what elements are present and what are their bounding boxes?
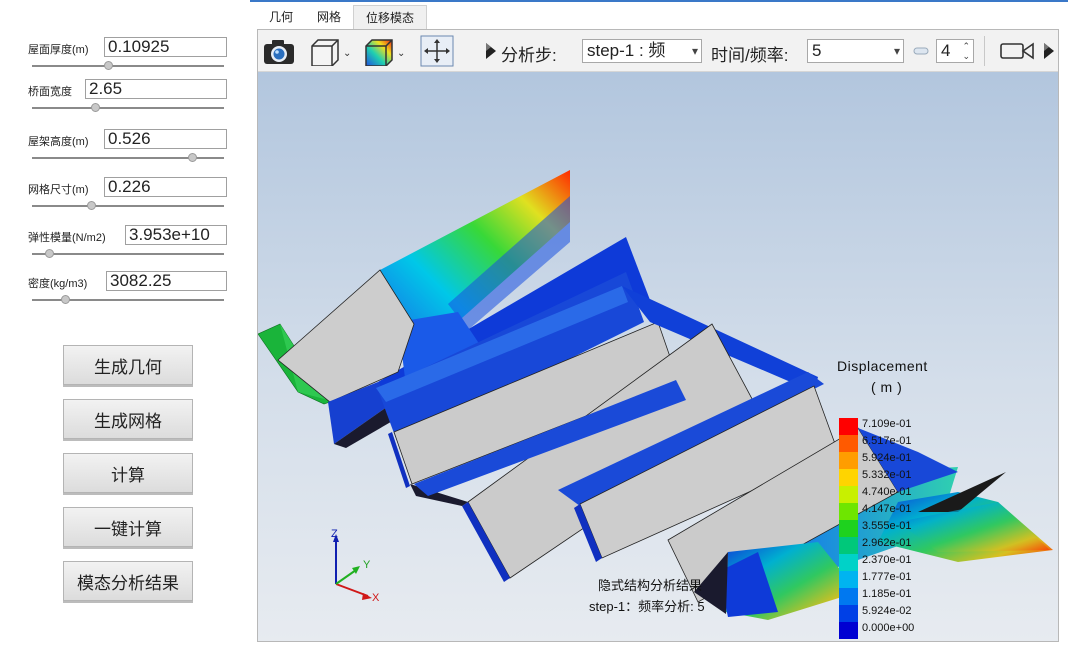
legend-label: 6.517e-01 (862, 435, 912, 447)
svg-text:⌄: ⌄ (397, 48, 405, 59)
legend-label: 2.962e-01 (862, 537, 912, 549)
param-label: 屋架高度(m) (28, 136, 89, 148)
viewer-toolbar: ⌄ ⌄ 分析步: step-1: 频 ▾ 时间/频率: 5 ▾ 4 ⌃ ⌄ (258, 30, 1058, 72)
param-label: 密度(kg/m3) (28, 278, 88, 290)
legend-label: 4.147e-01 (862, 503, 912, 515)
legend-swatch (839, 418, 858, 435)
density-slider-thumb[interactable] (61, 295, 70, 304)
legend-title: Displacement (837, 358, 928, 374)
frame-spinbox-value: 4 (941, 41, 951, 60)
elastic-modulus-slider-thumb[interactable] (45, 249, 54, 258)
chevron-down-icon: ▾ (893, 44, 900, 58)
tab-displacement-mode[interactable]: 位移模态 (353, 5, 428, 29)
time-frequency-select[interactable]: 5 ▾ (807, 39, 904, 63)
param-label: 弹性模量(N/m2) (28, 232, 106, 244)
param-label: 桥面宽度 (28, 86, 72, 98)
result-viewer: ⌄ ⌄ 分析步: step-1: 频 ▾ 时间/频率: 5 ▾ 4 ⌃ ⌄ Z… (257, 29, 1059, 642)
legend-label: 7.109e-01 (862, 418, 912, 430)
legend-label: 5.924e-02 (862, 605, 912, 617)
mesh-size-slider-thumb[interactable] (87, 201, 96, 210)
legend-swatch (839, 537, 858, 554)
deck-width-input[interactable]: 2.65 (85, 79, 227, 99)
toolbar-divider (984, 36, 985, 66)
chevron-down-icon: ▾ (691, 44, 698, 58)
slider-track[interactable] (32, 205, 224, 207)
result-caption-step: step-1：频率分析: 5 (589, 599, 705, 614)
view-tabs: 几何 网格 位移模态 (257, 5, 428, 29)
frame-spinbox[interactable]: 4 ⌃ ⌄ (936, 39, 974, 63)
compute-button[interactable]: 计算 (63, 453, 193, 493)
generate-geometry-button[interactable]: 生成几何 (63, 345, 193, 385)
tab-geometry[interactable]: 几何 (257, 5, 305, 29)
param-label: 网格尺寸(m) (28, 184, 89, 196)
legend-swatch (839, 520, 858, 537)
axis-x-label: X (372, 592, 380, 604)
color-cube-icon[interactable]: ⌄ (362, 35, 408, 67)
legend-swatch (839, 452, 858, 469)
parameter-panel: 屋面厚度(m) 0.10925 桥面宽度 2.65 屋架高度(m) 0.526 … (0, 0, 250, 654)
legend-swatch (839, 571, 858, 588)
elastic-modulus-input[interactable]: 3.953e+10 (125, 225, 227, 245)
axis-y-label: Y (363, 559, 371, 571)
camera-icon[interactable] (262, 35, 296, 67)
deck-width-slider-thumb[interactable] (91, 103, 100, 112)
axis-z-label: Z (331, 528, 338, 540)
step-label: 分析步: (501, 46, 557, 65)
svg-text:⌄: ⌄ (343, 48, 351, 59)
time-frequency-label: 时间/频率: (711, 46, 789, 65)
legend-swatch (839, 588, 858, 605)
truss-height-slider-thumb[interactable] (188, 153, 197, 162)
legend-unit: ( m ) (871, 379, 903, 395)
legend-swatch (839, 469, 858, 486)
legend-label: 3.555e-01 (862, 520, 912, 532)
legend-label: 4.740e-01 (862, 486, 912, 498)
legend-swatch (839, 435, 858, 452)
legend-swatch (839, 503, 858, 520)
mesh-size-input[interactable]: 0.226 (104, 177, 227, 197)
truss-height-input[interactable]: 0.526 (104, 129, 227, 149)
roof-thickness-slider-thumb[interactable] (104, 61, 113, 70)
legend-label: 1.185e-01 (862, 588, 912, 600)
time-frequency-value: 5 (812, 41, 822, 60)
legend-swatch (839, 605, 858, 622)
slider-track[interactable] (32, 65, 224, 67)
legend-label: 2.370e-01 (862, 554, 912, 566)
modal-results-button[interactable]: 模态分析结果 (63, 561, 193, 601)
move-arrows-icon[interactable] (420, 35, 454, 67)
one-click-compute-button[interactable]: 一键计算 (63, 507, 193, 547)
step-select-value: step-1 : 频 (587, 41, 666, 60)
step-select[interactable]: step-1 : 频 ▾ (582, 39, 702, 63)
legend-label: 5.924e-01 (862, 452, 912, 464)
more-expand-icon[interactable] (1042, 40, 1056, 62)
legend-swatch (839, 622, 858, 639)
param-label: 屋面厚度(m) (28, 44, 89, 56)
slider-track[interactable] (32, 253, 224, 255)
slider-track[interactable] (32, 107, 224, 109)
density-input[interactable]: 3082.25 (106, 271, 227, 291)
model-render[interactable] (258, 72, 1058, 642)
legend-label: 0.000e+00 (862, 622, 915, 634)
legend-label: 1.777e-01 (862, 571, 912, 583)
3d-scene[interactable]: Z Y X Displacement ( m ) 7.109e-01 6.517e… (258, 72, 1058, 642)
video-camera-icon[interactable] (1000, 40, 1036, 62)
legend-swatch (839, 486, 858, 503)
view-cube-icon[interactable]: ⌄ (308, 35, 352, 67)
legend-swatch (839, 554, 858, 571)
spin-arrows-icon[interactable]: ⌃ ⌄ (962, 41, 970, 61)
tab-mesh[interactable]: 网格 (305, 5, 353, 29)
roof-thickness-input[interactable]: 0.10925 (104, 37, 227, 57)
step-expand-icon[interactable] (484, 40, 498, 62)
result-caption-title: 隐式结构分析结果 (598, 578, 703, 593)
generate-mesh-button[interactable]: 生成网格 (63, 399, 193, 439)
legend-label: 5.332e-01 (862, 469, 912, 481)
frame-slider-icon[interactable] (913, 47, 929, 55)
